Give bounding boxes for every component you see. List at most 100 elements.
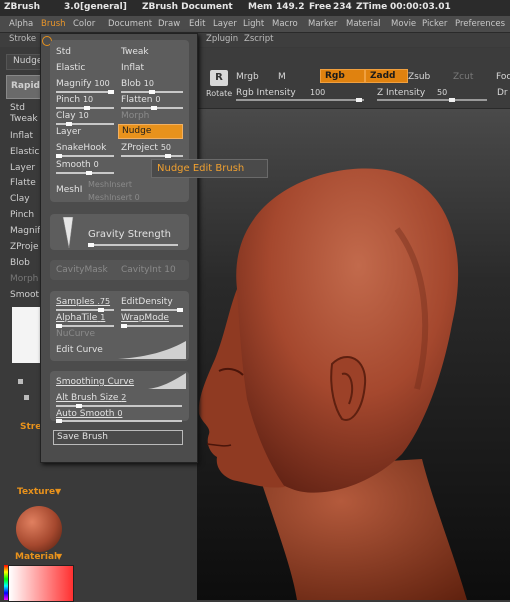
texture-dropdown-icon[interactable]: ▼ (55, 487, 61, 496)
brush-clay[interactable]: Clay 10 (56, 111, 89, 121)
gravity-strength-slider[interactable] (88, 243, 178, 247)
brush-std[interactable]: Std (56, 47, 71, 57)
brush-flatten[interactable]: Flatten 0 (121, 95, 160, 105)
auto-smooth-label[interactable]: Auto Smooth 0 (56, 409, 122, 419)
menu-draw[interactable]: Draw (158, 19, 180, 29)
tray-smooth[interactable]: Smoot (10, 290, 39, 300)
tray-elastic[interactable]: Elastic (10, 147, 39, 157)
wrap-mode-slider[interactable] (121, 324, 183, 328)
tray-std[interactable]: Std (10, 103, 25, 113)
smoothing-curve-button[interactable]: Smoothing Curve (56, 377, 134, 387)
material-label[interactable]: Material (15, 552, 57, 562)
m-button[interactable]: M (278, 72, 286, 82)
rgb-button[interactable]: Rgb (320, 69, 365, 83)
zcut-button[interactable]: Zcut (453, 72, 473, 82)
rgb-intensity-slider[interactable] (236, 98, 364, 102)
menu-brush[interactable]: Brush (41, 19, 66, 29)
tray-morph[interactable]: Morph (10, 274, 38, 284)
rapid-button[interactable]: Rapid (6, 75, 42, 99)
tray-tweak[interactable]: Tweak (10, 114, 38, 124)
menu-marker[interactable]: Marker (308, 19, 337, 29)
z-intensity-knob[interactable] (449, 98, 455, 102)
brush-smooth[interactable]: Smooth 0 (56, 160, 99, 170)
hue-strip[interactable] (4, 565, 8, 600)
zadd-button[interactable]: Zadd (365, 69, 408, 83)
menu-material[interactable]: Material (346, 19, 381, 29)
menu-edit[interactable]: Edit (189, 19, 205, 29)
material-dropdown-icon[interactable]: ▼ (56, 552, 62, 561)
focal-button[interactable]: Foc (496, 72, 510, 82)
brush-morph[interactable]: Morph (121, 111, 149, 121)
nu-curve-button[interactable]: NuCurve (56, 329, 95, 339)
brush-meshinsert-value[interactable]: MeshInsert 0 (88, 193, 140, 202)
alt-brush-size-slider[interactable] (56, 404, 182, 408)
clay-slider[interactable] (56, 122, 114, 126)
stroke-label[interactable]: Stre (20, 422, 41, 432)
zsub-button[interactable]: Zsub (408, 72, 430, 82)
brush-meshinsert[interactable]: MeshInsert (88, 180, 132, 189)
rotate-icon[interactable]: R (210, 70, 228, 86)
brush-elastic[interactable]: Elastic (56, 63, 85, 73)
cavity-mask-button[interactable]: CavityMask (56, 265, 108, 275)
zproject-slider[interactable] (121, 154, 183, 158)
brush-nudge-selected[interactable]: Nudge (118, 124, 183, 139)
color-picker[interactable] (8, 565, 74, 602)
menu-preferences[interactable]: Preferences (455, 19, 505, 29)
tray-zproject[interactable]: ZProje (10, 242, 38, 252)
brush-pinch[interactable]: Pinch 10 (56, 95, 93, 105)
z-intensity-slider[interactable] (377, 98, 487, 102)
menu-color[interactable]: Color (73, 19, 95, 29)
menu-macro[interactable]: Macro (272, 19, 298, 29)
magnify-slider[interactable] (56, 90, 114, 94)
canvas-viewport[interactable] (197, 109, 510, 600)
menu-document[interactable]: Document (108, 19, 152, 29)
alpha-tile-slider[interactable] (56, 324, 114, 328)
mrgb-button[interactable]: Mrgb (236, 72, 259, 82)
tray-flatten[interactable]: Flatte (10, 178, 36, 188)
brush-blob[interactable]: Blob 10 (121, 79, 154, 89)
texture-label[interactable]: Texture (17, 487, 55, 497)
edit-curve-button[interactable]: Edit Curve (56, 345, 103, 355)
brush-zproject[interactable]: ZProject 50 (121, 143, 171, 153)
cavity-intensity[interactable]: CavityInt 10 (121, 265, 176, 275)
tray-inflat[interactable]: Inflat (10, 131, 33, 141)
wrap-mode-button[interactable]: WrapMode (121, 313, 169, 323)
menu-picker[interactable]: Picker (422, 19, 447, 29)
blob-slider[interactable] (121, 90, 183, 94)
menu-zscript[interactable]: Zscript (244, 34, 274, 44)
samples-slider[interactable] (56, 308, 114, 312)
alt-brush-size-label[interactable]: Alt Brush Size 2 (56, 393, 126, 403)
material-sphere-preview[interactable] (16, 506, 62, 552)
menu-alpha[interactable]: Alpha (9, 19, 33, 29)
alpha-preview-thumbnail[interactable] (12, 307, 40, 363)
brush-inflat[interactable]: Inflat (121, 63, 144, 73)
flatten-slider[interactable] (121, 106, 183, 110)
smoothing-curve-icon[interactable] (148, 373, 186, 389)
curve-preview-icon[interactable] (118, 341, 186, 359)
samples-slider-label[interactable]: Samples .75 (56, 297, 110, 307)
alpha-tile-label[interactable]: AlphaTile 1 (56, 313, 105, 323)
tray-magnify[interactable]: Magnif (10, 226, 40, 236)
edit-density-button[interactable]: EditDensity (121, 297, 173, 307)
nudge-current-brush[interactable]: Nudge (6, 54, 44, 70)
menu-movie[interactable]: Movie (391, 19, 416, 29)
tray-clay[interactable]: Clay (10, 194, 30, 204)
menu-layer[interactable]: Layer (213, 19, 237, 29)
tray-layer[interactable]: Layer (10, 163, 35, 173)
smooth-slider[interactable] (56, 171, 114, 175)
brush-layer[interactable]: Layer (56, 127, 81, 137)
auto-smooth-slider[interactable] (56, 419, 182, 423)
edit-density-slider[interactable] (121, 308, 183, 312)
save-brush-button[interactable]: Save Brush (53, 430, 183, 445)
snakehook-slider[interactable] (56, 154, 114, 158)
tray-pinch[interactable]: Pinch (10, 210, 34, 220)
brush-snakehook[interactable]: SnakeHook (56, 143, 106, 153)
brush-tweak[interactable]: Tweak (121, 47, 149, 57)
rgb-intensity-knob[interactable] (356, 98, 362, 102)
brush-meshinsert-short[interactable]: MeshI (56, 185, 82, 195)
menu-zplugin[interactable]: Zplugin (206, 34, 238, 44)
tray-blob[interactable]: Blob (10, 258, 30, 268)
menu-light[interactable]: Light (243, 19, 264, 29)
pinch-slider[interactable] (56, 106, 114, 110)
brush-magnify[interactable]: Magnify 100 (56, 79, 110, 89)
